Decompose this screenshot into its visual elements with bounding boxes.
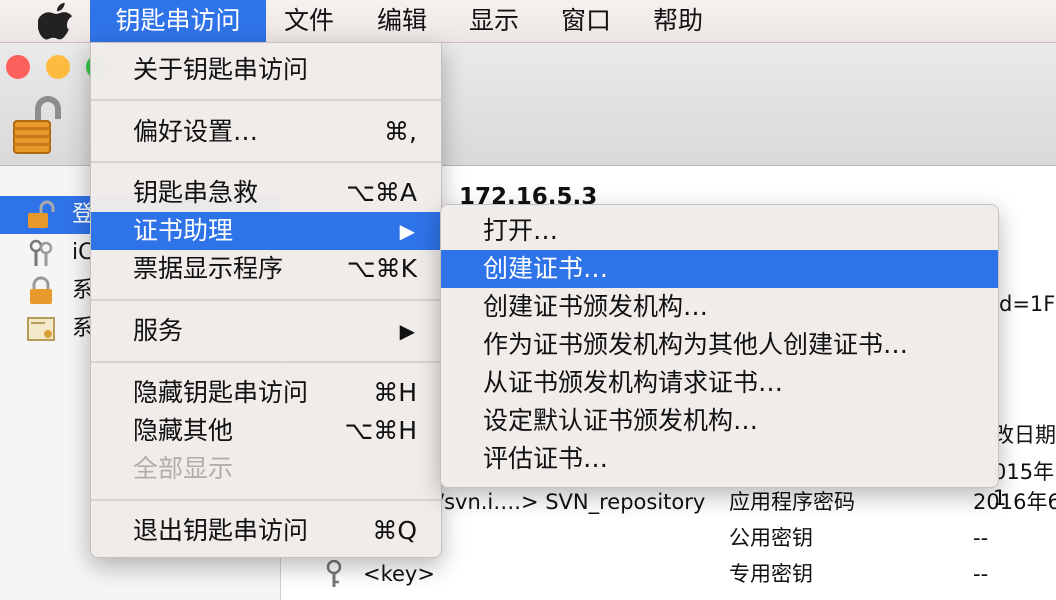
separator bbox=[91, 99, 441, 101]
unlock-icon[interactable] bbox=[12, 93, 64, 157]
row-date: -- bbox=[973, 526, 989, 550]
row-name: <key> bbox=[363, 562, 435, 586]
submenu-arrow-icon: ▶ bbox=[399, 319, 415, 343]
key-icon bbox=[326, 560, 342, 587]
row-date: 2016年6 bbox=[973, 490, 1056, 514]
menu-item-hide[interactable]: 隐藏钥匙串访问 ⌘H bbox=[91, 374, 441, 412]
menu-item-label: 设定默认证书颁发机构… bbox=[483, 406, 759, 435]
table-row[interactable]: <key> 专用密钥 -- bbox=[281, 556, 1056, 592]
submenu-item-create-ca[interactable]: 创建证书颁发机构… bbox=[441, 288, 998, 326]
menu-file[interactable]: 文件 bbox=[284, 0, 334, 42]
minimize-button[interactable] bbox=[46, 55, 70, 79]
menu-item-label: 全部显示 bbox=[133, 454, 234, 483]
shortcut-label: ⌥⌘A bbox=[346, 178, 417, 207]
row-date: -- bbox=[973, 562, 989, 586]
keys-icon bbox=[29, 239, 53, 266]
apple-icon[interactable] bbox=[38, 2, 74, 40]
submenu-item-open[interactable]: 打开… bbox=[441, 212, 998, 250]
submenu-item-request-cert[interactable]: 从证书颁发机构请求证书… bbox=[441, 364, 998, 402]
menu-item-label: 打开… bbox=[483, 216, 559, 245]
menu-item-hide-others[interactable]: 隐藏其他 ⌥⌘H bbox=[91, 412, 441, 450]
menu-item-label: 服务 bbox=[133, 316, 184, 345]
submenu-item-evaluate-cert[interactable]: 评估证书… bbox=[441, 440, 998, 478]
submenu-item-create-cert-for-others[interactable]: 作为证书颁发机构为其他人创建证书… bbox=[441, 326, 998, 364]
menu-help[interactable]: 帮助 bbox=[653, 0, 703, 42]
menu-edit[interactable]: 编辑 bbox=[377, 0, 427, 42]
shortcut-label: ⌥⌘K bbox=[346, 254, 417, 283]
close-button[interactable] bbox=[6, 55, 30, 79]
menu-bar: 钥匙串访问 文件 编辑 显示 窗口 帮助 bbox=[0, 0, 1056, 43]
shortcut-label: ⌘H bbox=[373, 378, 417, 407]
app-menu-dropdown: 关于钥匙串访问 偏好设置… ⌘, 钥匙串急救 ⌥⌘A 证书助理 ▶ 票据显示程序… bbox=[90, 42, 442, 558]
menu-item-certificate-assistant[interactable]: 证书助理 ▶ bbox=[91, 212, 441, 250]
menu-item-label: 票据显示程序 bbox=[133, 254, 284, 283]
row-name: /svn.i….> SVN_repository bbox=[437, 490, 706, 514]
menu-keychain-access[interactable]: 钥匙串访问 bbox=[90, 0, 266, 42]
menu-item-label: 钥匙串急救 bbox=[133, 178, 259, 207]
menu-item-label: 证书助理 bbox=[133, 216, 234, 245]
menu-item-label: 关于钥匙串访问 bbox=[133, 55, 309, 84]
item-detail-text: d=1F bbox=[999, 292, 1056, 316]
menu-item-quit[interactable]: 退出钥匙串访问 ⌘Q bbox=[91, 512, 441, 550]
shortcut-label: ⌘Q bbox=[372, 516, 417, 545]
menu-item-about[interactable]: 关于钥匙串访问 bbox=[91, 51, 441, 89]
row-kind: 专用密钥 bbox=[729, 562, 813, 586]
menu-view[interactable]: 显示 bbox=[469, 0, 519, 42]
menu-item-first-aid[interactable]: 钥匙串急救 ⌥⌘A bbox=[91, 174, 441, 212]
menu-item-ticket-viewer[interactable]: 票据显示程序 ⌥⌘K bbox=[91, 250, 441, 288]
separator bbox=[91, 499, 441, 501]
separator bbox=[91, 361, 441, 363]
column-header-modified[interactable]: 改日期 bbox=[993, 419, 1056, 449]
menu-item-label: 创建证书颁发机构… bbox=[483, 292, 709, 321]
unlock-icon bbox=[28, 200, 55, 228]
separator bbox=[91, 161, 441, 163]
menu-item-label: 隐藏其他 bbox=[133, 416, 234, 445]
separator bbox=[91, 299, 441, 301]
lock-icon bbox=[30, 276, 52, 304]
shortcut-label: ⌘, bbox=[384, 117, 417, 146]
menu-item-preferences[interactable]: 偏好设置… ⌘, bbox=[91, 113, 441, 151]
menu-item-label: 作为证书颁发机构为其他人创建证书… bbox=[483, 330, 909, 359]
row-kind: 应用程序密码 bbox=[729, 490, 855, 514]
menu-item-show-all[interactable]: 全部显示 bbox=[91, 450, 441, 488]
row-kind: 公用密钥 bbox=[729, 526, 813, 550]
submenu-item-set-default-ca[interactable]: 设定默认证书颁发机构… bbox=[441, 402, 998, 440]
certificate-icon bbox=[27, 317, 55, 341]
submenu-arrow-icon: ▶ bbox=[399, 219, 415, 243]
certificate-assistant-submenu: 打开… 创建证书… 创建证书颁发机构… 作为证书颁发机构为其他人创建证书… 从证… bbox=[440, 204, 999, 488]
menu-item-label: 偏好设置… bbox=[133, 117, 259, 146]
shortcut-label: ⌥⌘H bbox=[344, 416, 417, 445]
menu-item-label: 隐藏钥匙串访问 bbox=[133, 378, 309, 407]
menu-item-services[interactable]: 服务 ▶ bbox=[91, 312, 441, 350]
menu-window[interactable]: 窗口 bbox=[561, 0, 611, 42]
menu-item-label: 从证书颁发机构请求证书… bbox=[483, 368, 784, 397]
submenu-item-create-certificate[interactable]: 创建证书… bbox=[441, 250, 998, 288]
menu-item-label: 评估证书… bbox=[483, 444, 609, 473]
menu-item-label: 退出钥匙串访问 bbox=[133, 516, 309, 545]
menu-item-label: 创建证书… bbox=[483, 254, 609, 283]
